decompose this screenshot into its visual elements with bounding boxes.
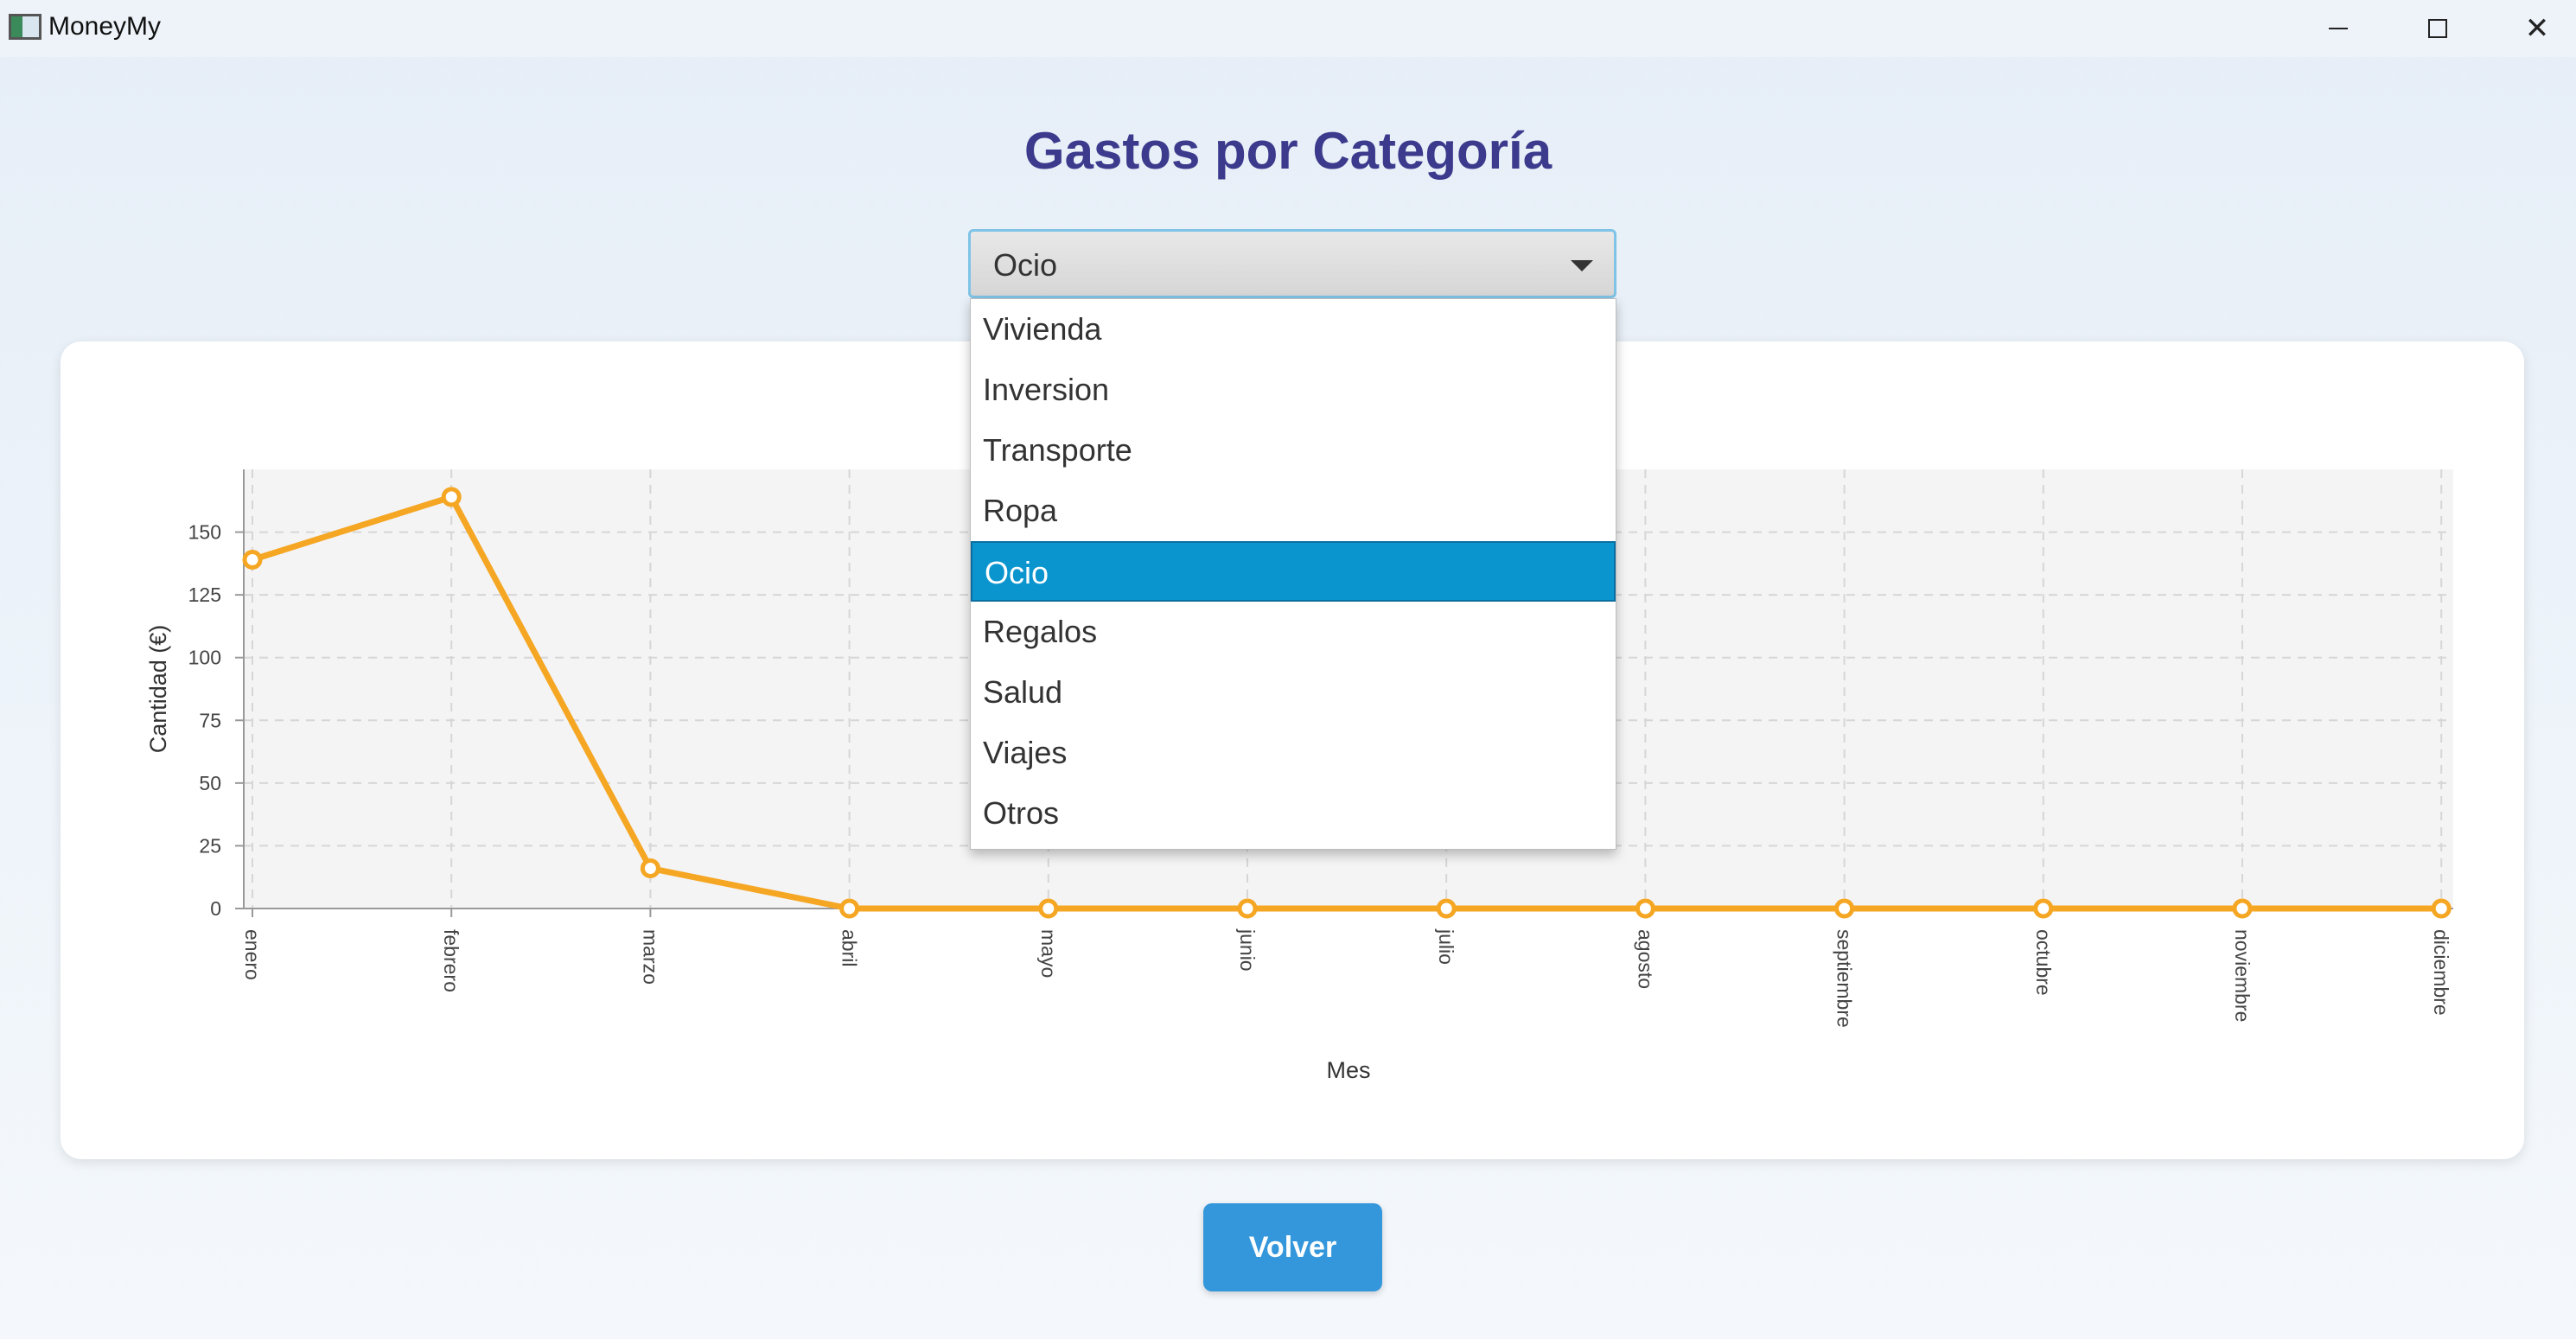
data-point <box>1834 898 1855 919</box>
data-point <box>1038 898 1059 919</box>
y-tick-label: 150 <box>188 521 221 544</box>
data-point <box>2232 898 2253 919</box>
category-option-viajes[interactable]: Viajes <box>971 723 1616 783</box>
x-tick-label: junio <box>1236 928 1259 972</box>
data-point <box>839 898 860 919</box>
y-tick-label: 75 <box>199 709 221 731</box>
close-button[interactable]: ✕ <box>2490 0 2576 57</box>
chevron-down-icon <box>1571 260 1593 271</box>
data-point <box>242 550 263 571</box>
app-icon <box>9 14 41 40</box>
x-tick-label: mayo <box>1037 929 1060 978</box>
x-axis-label: Mes <box>1326 1057 1370 1083</box>
volver-button[interactable]: Volver <box>1203 1203 1382 1291</box>
data-point <box>1237 898 1258 919</box>
category-select[interactable]: Ocio <box>968 229 1616 298</box>
x-tick-label: marzo <box>639 929 661 985</box>
y-tick-label: 25 <box>199 834 221 857</box>
data-point <box>1635 898 1655 919</box>
x-tick-label: enero <box>241 929 264 980</box>
data-point <box>1436 898 1457 919</box>
x-tick-label: agosto <box>1634 929 1656 989</box>
data-point <box>2033 898 2054 919</box>
close-icon: ✕ <box>2524 12 2550 45</box>
minimize-button[interactable] <box>2291 0 2386 57</box>
y-tick-label: 0 <box>210 897 221 920</box>
x-tick-label: julio <box>1435 928 1457 965</box>
category-option-vivienda[interactable]: Vivienda <box>971 299 1616 360</box>
category-option-ropa[interactable]: Ropa <box>971 481 1616 541</box>
category-option-ocio[interactable]: Ocio <box>971 541 1616 602</box>
maximize-icon <box>2428 19 2447 38</box>
category-option-otros[interactable]: Otros <box>971 783 1616 844</box>
x-tick-label: octubre <box>2032 929 2055 996</box>
maximize-button[interactable] <box>2390 0 2485 57</box>
category-option-salud[interactable]: Salud <box>971 662 1616 723</box>
minimize-icon <box>2329 28 2348 29</box>
category-option-transporte[interactable]: Transporte <box>971 420 1616 481</box>
window-title: MoneyMy <box>48 12 162 41</box>
category-dropdown-list: Vivienda Inversion Transporte Ropa Ocio Regal… <box>970 298 1616 850</box>
category-option-inversion[interactable]: Inversion <box>971 360 1616 420</box>
x-tick-label: abril <box>838 929 861 966</box>
title-bar: MoneyMy ✕ <box>0 0 2576 57</box>
x-tick-label: febrero <box>440 929 462 992</box>
data-point <box>441 487 462 507</box>
category-option-regalos[interactable]: Regalos <box>971 602 1616 662</box>
category-select-value: Ocio <box>993 247 1058 283</box>
y-tick-label: 125 <box>188 583 221 606</box>
y-tick-label: 100 <box>188 647 221 669</box>
y-axis-label: Cantidad (€) <box>145 625 171 754</box>
x-tick-label: septiembre <box>1833 929 1856 1028</box>
x-tick-label: noviembre <box>2231 929 2254 1022</box>
page-title: Gastos por Categoría <box>1023 122 1553 180</box>
y-tick-label: 50 <box>199 772 221 794</box>
data-point <box>640 858 660 879</box>
x-tick-label: diciembre <box>2430 929 2452 1016</box>
data-point <box>2431 898 2452 919</box>
